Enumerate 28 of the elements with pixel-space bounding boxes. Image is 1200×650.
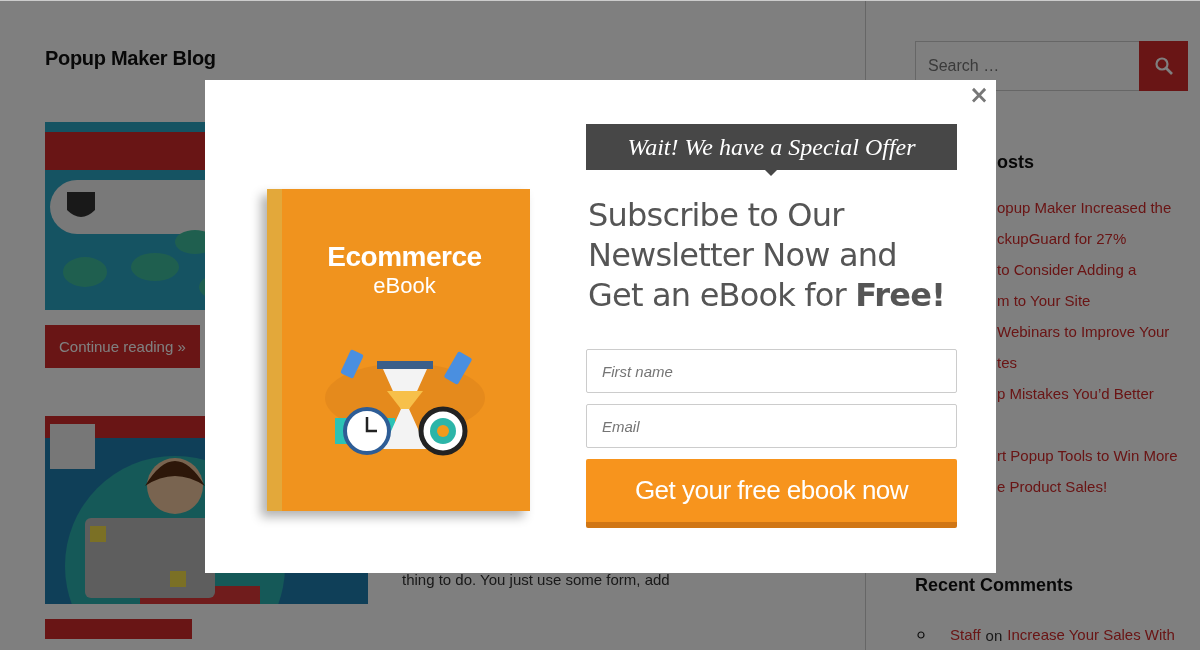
widget-heading: Recent Comments [915,575,1075,596]
text-field[interactable]: Email [586,404,957,448]
comment-text: on [985,626,1003,644]
offer-ribbon: Wait! We have a Special Offer [586,124,957,170]
search-button[interactable] [1139,41,1188,91]
comment-post-link[interactable]: Increase Your Sales With [1007,620,1175,650]
book-title: Ecommerce [326,241,482,273]
blog-title: Popup Maker Blog [45,47,217,70]
post-link[interactable]: tes [997,347,1017,378]
post-link[interactable]: e Product Sales! [997,471,1108,502]
post-link[interactable]: p Mistakes You’d Better [997,379,1154,410]
post-link[interactable]: ckupGuard for 27% [997,223,1127,254]
post-link[interactable]: opup Maker Increased the [997,193,1172,224]
book-subtitle: eBook [372,273,436,299]
post-link[interactable]: Webinars to Improve Your [997,317,1170,348]
post-excerpt: thing to do. You just use some form, add [402,571,670,588]
ribbon-pointer [765,170,777,176]
comment-author-link[interactable]: Staff [950,620,981,650]
continue-reading-button[interactable]: Continue reading » [45,325,200,368]
post-link[interactable]: rt Popup Tools to Win More [997,441,1178,472]
widget-heading: osts [997,152,1035,173]
post-link[interactable]: to Consider Adding a [997,255,1137,286]
post-link[interactable]: m to Your Site [997,285,1091,316]
bullet-icon [917,631,925,640]
search-icon [1153,56,1174,76]
popup-headline: Subscribe to Our Newsletter Now and Get an eBook for Free! [588,195,946,315]
get-ebook-button[interactable]: Get your free ebook now [586,459,957,528]
text-field[interactable]: First name [586,349,957,393]
